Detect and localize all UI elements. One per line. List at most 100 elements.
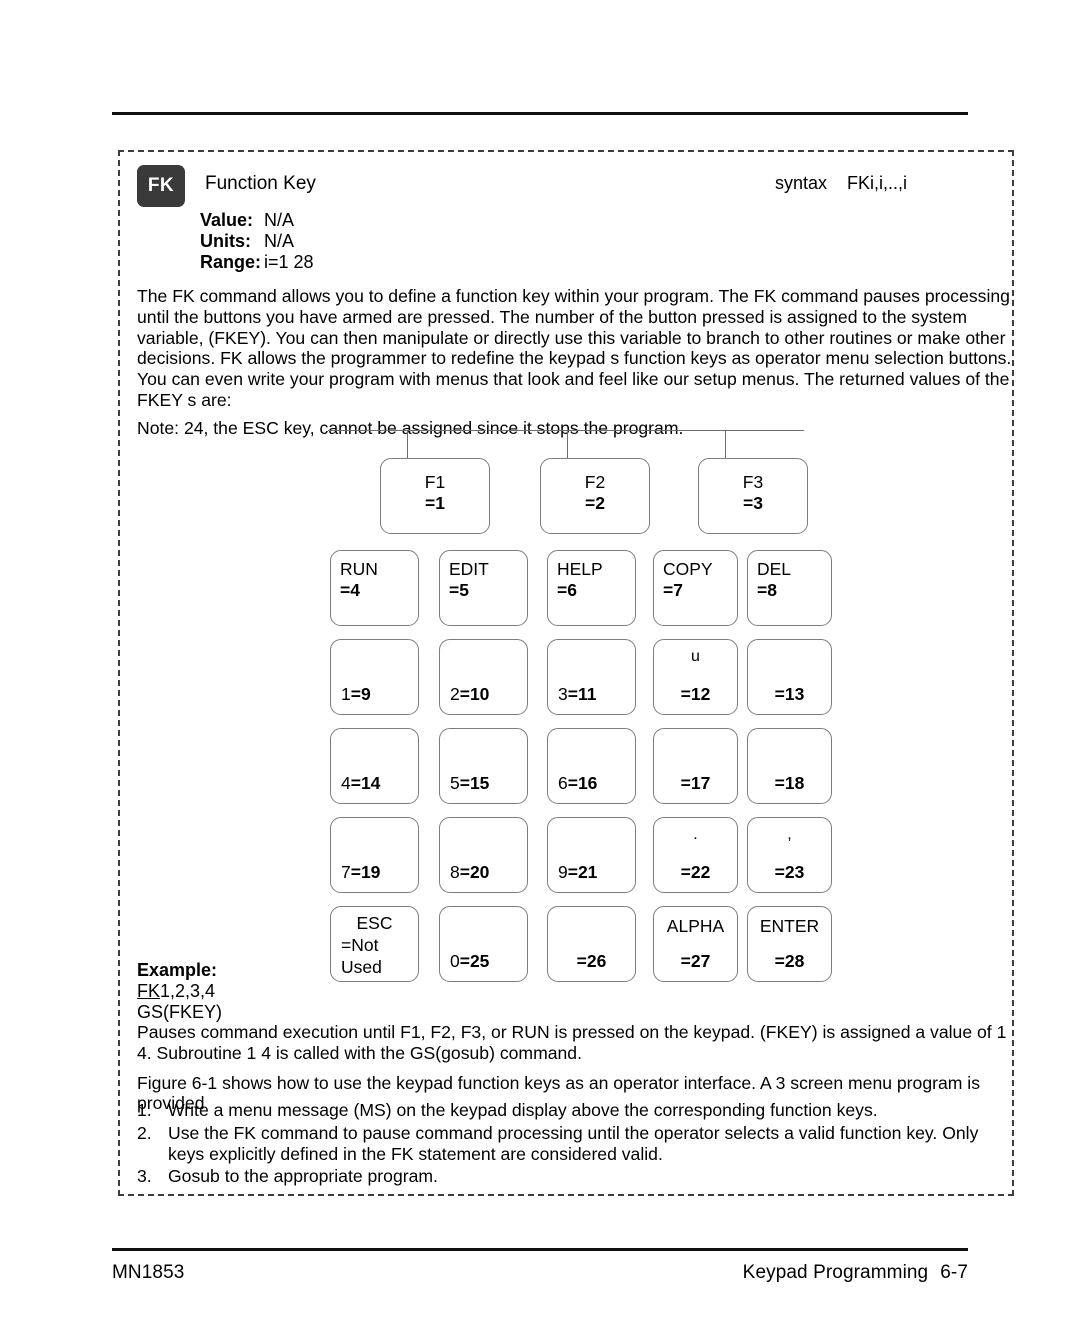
key-value: =18 xyxy=(774,773,805,793)
key-26[interactable]: =26 xyxy=(547,906,636,982)
key-value: 2=10 xyxy=(450,684,489,705)
key-value: =1 xyxy=(425,493,445,513)
spec-row-units: Units: N/A xyxy=(200,231,314,252)
key-13[interactable]: =13 xyxy=(747,639,832,715)
key-8[interactable]: 8=20 xyxy=(439,817,528,893)
key-value: =12 xyxy=(680,684,711,704)
key-assigned-number: =19 xyxy=(350,862,381,882)
key-9[interactable]: 9=21 xyxy=(547,817,636,893)
key-up-arrow[interactable]: u =12 xyxy=(653,639,738,715)
key-edit[interactable]: EDIT =5 xyxy=(439,550,528,626)
key-label: F3 xyxy=(742,472,764,492)
key-value: =5 xyxy=(449,580,469,600)
document-page: FK Function Key syntax FKi,i,..,i Value:… xyxy=(0,0,1080,1317)
example-command: FK xyxy=(137,981,161,1001)
key-comma[interactable]: , =23 xyxy=(747,817,832,893)
key-enter[interactable]: ENTER =28 xyxy=(747,906,832,982)
key-0[interactable]: 0=25 xyxy=(439,906,528,982)
key-assigned-number: =20 xyxy=(459,862,490,882)
spec-value-range: i=1 28 xyxy=(264,252,314,272)
example-line-1: FK1,2,3,4 xyxy=(137,981,222,1002)
key-value: 3=11 xyxy=(558,684,596,705)
spec-key-value: Value: xyxy=(200,210,254,230)
key-run[interactable]: RUN =4 xyxy=(330,550,419,626)
up-arrow-icon: u xyxy=(691,648,700,665)
key-period[interactable]: . =22 xyxy=(653,817,738,893)
key-label: ALPHA xyxy=(666,916,725,936)
example-line-2: GS(FKEY) xyxy=(137,1002,223,1022)
key-label: 3 xyxy=(558,684,568,704)
key-assigned-number: =11 xyxy=(567,684,597,704)
key-value: 8=20 xyxy=(450,862,489,883)
fk-badge: FK xyxy=(137,165,185,207)
steps-list: 1. Write a menu message (MS) on the keyp… xyxy=(137,1100,1013,1189)
keypad-diagram: F1 =1 F2 =2 F3 =3 RUN =4 EDIT =5 HELP =6… xyxy=(328,430,858,1002)
spec-key-range: Range: xyxy=(200,252,262,272)
key-label: 7 xyxy=(341,862,351,882)
step-text: Use the FK command to pause command proc… xyxy=(168,1122,979,1164)
key-help[interactable]: HELP =6 xyxy=(547,550,636,626)
footer-rule xyxy=(112,1248,968,1251)
key-value: =28 xyxy=(774,951,805,971)
key-label: 8 xyxy=(450,862,460,882)
key-label: HELP xyxy=(557,559,603,579)
key-label: 4 xyxy=(341,773,351,793)
spec-row-value: Value: N/A xyxy=(200,210,314,231)
step-text: Write a menu message (MS) on the keypad … xyxy=(168,1100,878,1120)
key-value: =23 xyxy=(774,862,805,882)
key-7[interactable]: 7=19 xyxy=(330,817,419,893)
key-value: 4=14 xyxy=(341,773,380,794)
key-label: COPY xyxy=(663,559,713,579)
key-value: =8 xyxy=(757,580,777,600)
key-value: =2 xyxy=(585,493,605,513)
key-6[interactable]: 6=16 xyxy=(547,728,636,804)
spec-table: Value: N/A Units: N/A Range: i=1 28 xyxy=(200,210,314,273)
key-assigned-number: =25 xyxy=(459,951,490,971)
key-value: 1=9 xyxy=(341,684,371,705)
key-label: 1 xyxy=(341,684,351,704)
spec-value-units: N/A xyxy=(264,231,295,251)
key-value: 6=16 xyxy=(558,773,597,794)
key-label: 0 xyxy=(450,951,460,971)
key-2[interactable]: 2=10 xyxy=(439,639,528,715)
explanation-paragraph-1: Pauses command execution until F1, F2, F… xyxy=(137,1022,1007,1063)
footer-page-number: 6-7 xyxy=(940,1262,968,1283)
key-value: =22 xyxy=(680,862,711,882)
key-value: 9=21 xyxy=(558,862,597,883)
header-rule xyxy=(112,112,968,115)
key-17[interactable]: =17 xyxy=(653,728,738,804)
command-header: FK Function Key syntax FKi,i,..,i xyxy=(137,165,1017,213)
period-icon: . xyxy=(693,826,698,843)
key-1[interactable]: 1=9 xyxy=(330,639,419,715)
key-assigned-number: =9 xyxy=(350,684,371,704)
key-label: 6 xyxy=(558,773,568,793)
key-value: =17 xyxy=(680,773,711,793)
comma-icon: , xyxy=(787,826,792,843)
description-text: The FK command allows you to define a fu… xyxy=(137,286,1012,410)
key-3[interactable]: 3=11 xyxy=(547,639,636,715)
key-esc[interactable]: ESC =Not Used xyxy=(330,906,419,982)
key-copy[interactable]: COPY =7 xyxy=(653,550,738,626)
key-4[interactable]: 4=14 xyxy=(330,728,419,804)
key-f3[interactable]: F3 =3 xyxy=(698,458,808,534)
key-f1[interactable]: F1 =1 xyxy=(380,458,490,534)
example-block: Example: FK1,2,3,4 GS(FKEY) xyxy=(137,960,222,1023)
key-label: DEL xyxy=(757,559,792,579)
key-del[interactable]: DEL =8 xyxy=(747,550,832,626)
key-18[interactable]: =18 xyxy=(747,728,832,804)
step-text: Gosub to the appropriate program. xyxy=(168,1166,438,1187)
syntax-value: FKi,i,..,i xyxy=(847,173,908,193)
key-5[interactable]: 5=15 xyxy=(439,728,528,804)
spec-value-value: N/A xyxy=(264,210,295,230)
footer-right: Keypad Programming 6-7 xyxy=(743,1262,968,1284)
bracket-stem xyxy=(567,430,568,460)
key-f2[interactable]: F2 =2 xyxy=(540,458,650,534)
key-assigned-number: =10 xyxy=(459,684,490,704)
key-alpha[interactable]: ALPHA =27 xyxy=(653,906,738,982)
bracket-f3 xyxy=(646,430,804,460)
key-label: RUN xyxy=(340,559,378,579)
key-label: 2 xyxy=(450,684,460,704)
key-label: F2 xyxy=(584,472,606,492)
key-value: =13 xyxy=(774,684,805,704)
footer-section-title: Keypad Programming xyxy=(742,1262,929,1283)
